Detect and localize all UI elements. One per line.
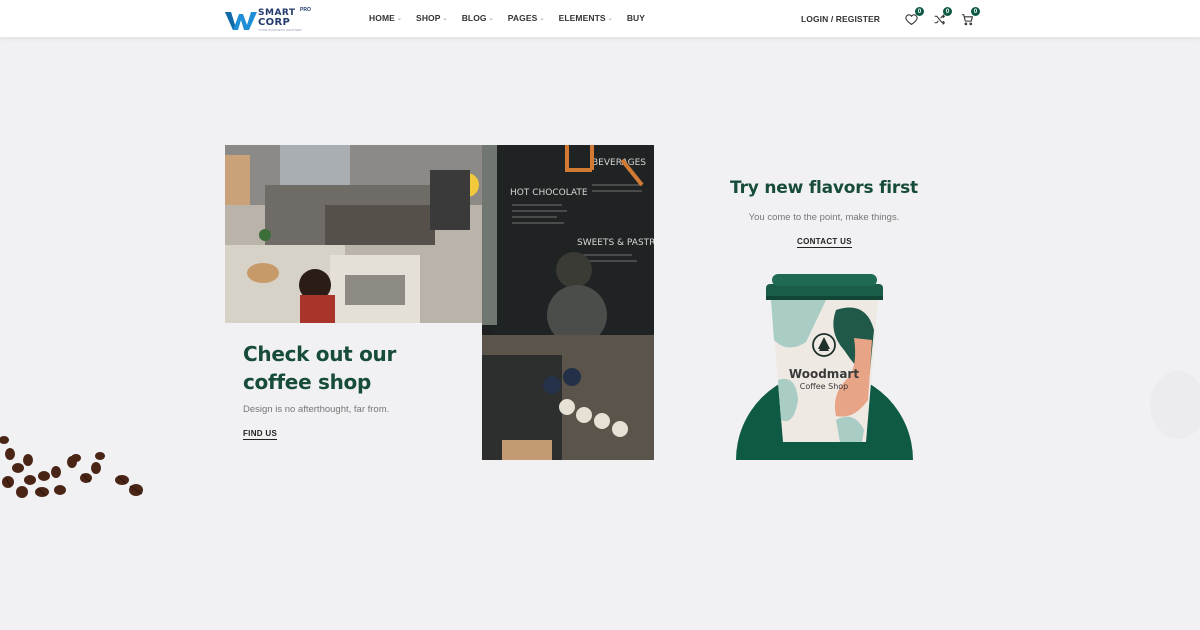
left-banner-title: Check out our coffee shop xyxy=(243,342,397,394)
header-actions: LOGIN / REGISTER 0 0 0 xyxy=(801,7,980,28)
wishlist-button[interactable]: 0 xyxy=(902,7,924,28)
nav-item-blog[interactable]: BLOG ⌄ xyxy=(462,13,494,23)
svg-text:SWEETS & PASTRIES: SWEETS & PASTRIES xyxy=(577,238,654,248)
nav-label: SHOP xyxy=(416,13,441,23)
main-nav: HOME ⌄ SHOP ⌄ BLOG ⌄ PAGES ⌄ ELEMENTS ⌄ BUY xyxy=(369,13,659,23)
wishlist-count-badge: 0 xyxy=(915,7,924,16)
chevron-down-icon: ⌄ xyxy=(396,15,403,22)
compare-button[interactable]: 0 xyxy=(930,7,952,28)
coffee-shop-photo-top xyxy=(225,145,500,323)
coffee-beans-decoration xyxy=(0,430,150,502)
nav-item-home[interactable]: HOME ⌄ xyxy=(369,13,402,23)
logo-tagline: YOUR BUSINESS PARTNER xyxy=(258,28,302,32)
nav-item-pages[interactable]: PAGES ⌄ xyxy=(508,13,545,23)
site-header: SMART PRO CORP YOUR BUSINESS PARTNER HOM… xyxy=(0,0,1200,38)
find-us-link[interactable]: FIND US xyxy=(243,429,278,440)
contact-us-link[interactable]: CONTACT US xyxy=(797,237,852,248)
cup-sub-text: Coffee Shop xyxy=(800,382,849,391)
barista-photo: HOT CHOCOLATE SWEETS & PASTRIES BEVERAGE… xyxy=(482,145,654,460)
nav-item-buy[interactable]: BUY xyxy=(627,13,645,23)
cart-button[interactable]: 0 xyxy=(958,7,980,28)
compare-count-badge: 0 xyxy=(943,7,952,16)
right-banner-title: Try new flavors first xyxy=(730,178,918,198)
left-banner-subtitle: Design is no afterthought, far from. xyxy=(243,404,390,415)
right-banner-subtitle: You come to the point, make things. xyxy=(748,212,900,223)
nav-label: BUY xyxy=(626,13,646,23)
cup-brand-text: Woodmart xyxy=(789,367,859,381)
logo-pro-label: PRO xyxy=(300,7,311,13)
nav-label: BLOG xyxy=(461,13,487,23)
chevron-down-icon: ⌄ xyxy=(488,15,494,22)
logo-w-icon xyxy=(225,12,257,30)
site-logo[interactable]: SMART PRO CORP YOUR BUSINESS PARTNER xyxy=(225,7,311,33)
nav-label: ELEMENTS xyxy=(558,13,606,23)
nav-label: PAGES xyxy=(507,13,538,23)
chevron-down-icon: ⌄ xyxy=(539,15,545,22)
chevron-down-icon: ⌄ xyxy=(442,15,448,22)
login-register-link[interactable]: LOGIN / REGISTER xyxy=(801,14,880,24)
side-decoration xyxy=(1148,370,1200,440)
chevron-down-icon: ⌄ xyxy=(607,15,613,22)
logo-text-bottom: CORP xyxy=(258,17,291,28)
nav-label: HOME xyxy=(369,13,395,23)
cart-count-badge: 0 xyxy=(971,7,980,16)
svg-text:BEVERAGES: BEVERAGES xyxy=(592,158,646,168)
svg-text:HOT CHOCOLATE: HOT CHOCOLATE xyxy=(510,188,588,198)
nav-item-elements[interactable]: ELEMENTS ⌄ xyxy=(559,13,613,23)
coffee-cup-illustration: Woodmart Coffee Shop xyxy=(736,270,913,460)
nav-item-shop[interactable]: SHOP ⌄ xyxy=(416,13,448,23)
